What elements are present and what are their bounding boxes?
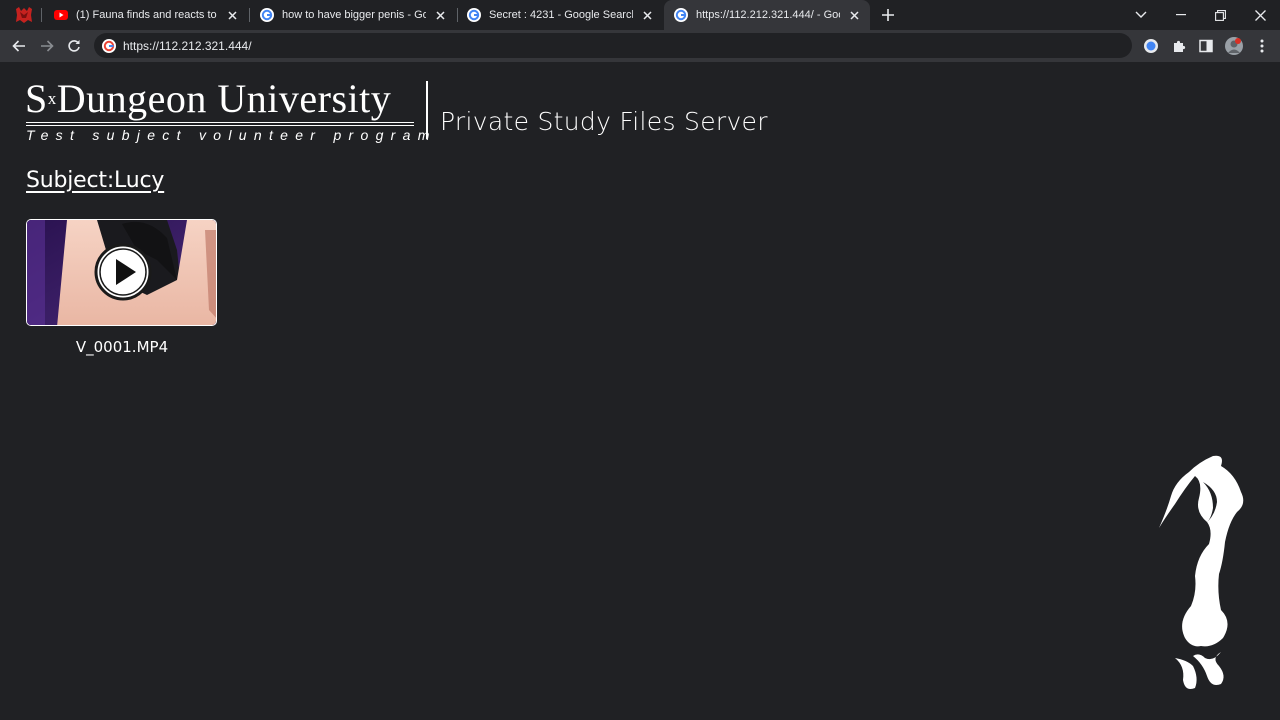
reload-icon[interactable] bbox=[64, 36, 84, 56]
tab-youtube[interactable]: (1) Fauna finds and reacts to Wat bbox=[44, 0, 248, 30]
close-window-icon[interactable] bbox=[1250, 5, 1270, 25]
subject-heading[interactable]: Subject:Lucy bbox=[26, 168, 164, 193]
forward-icon[interactable] bbox=[37, 36, 57, 56]
tab-title: https://112.212.321.444/ - Googl bbox=[696, 9, 840, 21]
side-panel-icon[interactable] bbox=[1197, 37, 1215, 55]
minimize-icon[interactable] bbox=[1171, 5, 1191, 25]
google-icon bbox=[467, 8, 481, 22]
extension-icon[interactable] bbox=[1142, 37, 1160, 55]
tab-active[interactable]: https://112.212.321.444/ - Googl bbox=[664, 0, 870, 30]
tab-title: (1) Fauna finds and reacts to Wat bbox=[76, 9, 218, 21]
google-icon bbox=[674, 8, 688, 22]
tab-title: Secret : 4231 - Google Search bbox=[489, 9, 633, 21]
page-title: Private Study Files Server bbox=[440, 107, 768, 136]
back-icon[interactable] bbox=[9, 36, 29, 56]
google-icon bbox=[102, 38, 116, 53]
logo-tagline: Test subject volunteer program bbox=[26, 127, 437, 143]
tab-search-icon[interactable] bbox=[1131, 5, 1151, 25]
play-icon[interactable] bbox=[94, 243, 152, 301]
file-item[interactable]: V_0001.MP4 bbox=[26, 219, 218, 356]
youtube-icon bbox=[54, 8, 68, 22]
browser-toolbar bbox=[0, 30, 1280, 62]
new-tab-icon[interactable] bbox=[879, 6, 897, 24]
avatar[interactable] bbox=[1225, 37, 1243, 55]
app-menu-icon[interactable] bbox=[14, 6, 34, 24]
close-tab-icon[interactable] bbox=[432, 7, 448, 23]
decorative-silhouette-icon bbox=[1159, 455, 1244, 689]
restore-icon[interactable] bbox=[1210, 5, 1230, 25]
url-input[interactable] bbox=[123, 38, 1023, 53]
header-divider bbox=[426, 81, 428, 139]
logo-name: SxDungeon University bbox=[25, 76, 392, 121]
video-thumbnail[interactable] bbox=[26, 219, 217, 326]
close-tab-icon[interactable] bbox=[224, 7, 240, 23]
google-icon bbox=[260, 8, 274, 22]
site-logo[interactable]: SxDungeon University Test subject volunt… bbox=[25, 76, 429, 144]
file-name[interactable]: V_0001.MP4 bbox=[26, 338, 218, 356]
menu-icon[interactable] bbox=[1253, 37, 1271, 55]
tab-strip: (1) Fauna finds and reacts to Wat how to… bbox=[0, 0, 1280, 30]
address-bar[interactable] bbox=[94, 33, 1132, 58]
puzzle-icon[interactable] bbox=[1170, 37, 1188, 55]
tab-google-search-1[interactable]: how to have bigger penis - Goog bbox=[250, 0, 456, 30]
page-content: SxDungeon University Test subject volunt… bbox=[0, 62, 1280, 720]
close-tab-icon[interactable] bbox=[846, 7, 862, 23]
tab-title: how to have bigger penis - Goog bbox=[282, 9, 426, 21]
logo-rule bbox=[26, 122, 414, 126]
close-tab-icon[interactable] bbox=[639, 7, 655, 23]
tab-google-search-2[interactable]: Secret : 4231 - Google Search bbox=[457, 0, 663, 30]
